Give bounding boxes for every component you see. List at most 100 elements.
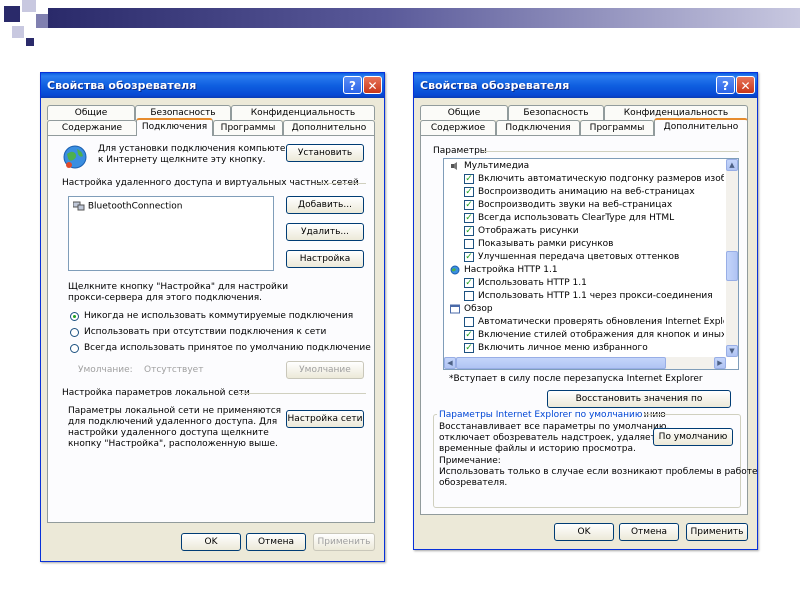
tab-content[interactable]: Содержиое: [420, 120, 496, 135]
tab-advanced[interactable]: Дополнительно: [654, 118, 748, 136]
internet-globe-icon: [63, 145, 87, 169]
radio-dial-no-network-label[interactable]: Использовать при отсутствии подключения …: [84, 327, 326, 337]
checkbox-checked[interactable]: ✓: [464, 226, 474, 236]
tree-option[interactable]: ✓ Воспроизводить анимацию на веб-страница…: [444, 186, 724, 199]
setup-text: Для установки подключения компьютера к И…: [98, 144, 297, 165]
radio-never-dial-label[interactable]: Никогда не использовать коммутируемые по…: [84, 311, 353, 321]
lan-settings-button[interactable]: Настройка сети: [286, 410, 364, 428]
checkbox-checked[interactable]: ✓: [464, 187, 474, 197]
remove-button[interactable]: Удалить...: [286, 223, 364, 241]
lan-text: Параметры локальной сети не применяются …: [68, 406, 282, 449]
tab-programs[interactable]: Программы: [213, 120, 283, 135]
tab-privacy[interactable]: Конфиденциальность: [231, 105, 375, 120]
checkbox-checked[interactable]: ✓: [464, 278, 474, 288]
reset-defaults-button[interactable]: По умолчанию: [653, 428, 733, 446]
header-square-4: [12, 26, 24, 38]
tab-security[interactable]: Безопасность: [508, 105, 604, 120]
tree-option[interactable]: ✓ Всегда использовать ClearType для HTML: [444, 212, 724, 225]
tree-category-label: Мультимедиа: [464, 161, 530, 171]
checkbox-unchecked[interactable]: [464, 291, 474, 301]
browse-icon: [450, 304, 460, 314]
advanced-panel: Параметры Мультимедиа ✓ Включить автоматич…: [420, 135, 758, 515]
tree-option[interactable]: Показывать рамки рисунков: [444, 238, 724, 251]
right-dialog-title: Свойства обозревателя: [420, 79, 570, 92]
tree-option-label[interactable]: Воспроизводить анимацию на веб-страницах: [478, 186, 695, 199]
add-button[interactable]: Добавить...: [286, 196, 364, 214]
radio-always-dial-label[interactable]: Всегда использовать принятое по умолчани…: [84, 343, 371, 353]
tree-option-label[interactable]: Автоматически проверять обновления Inter…: [478, 316, 724, 329]
proxy-text: Щелкните кнопку "Настройка" для настройк…: [68, 282, 289, 303]
scroll-down-button[interactable]: ▼: [726, 345, 738, 357]
checkbox-unchecked[interactable]: [464, 239, 474, 249]
checkbox-checked[interactable]: ✓: [464, 343, 474, 353]
tree-option-label[interactable]: Воспроизводить звуки на веб-страницах: [478, 199, 672, 212]
tree-option[interactable]: ✓ Включить личное меню избранного: [444, 342, 724, 355]
tree-option[interactable]: Использовать HTTP 1.1 через прокси-соеди…: [444, 290, 724, 303]
connection-item[interactable]: BluetoothConnection: [72, 201, 183, 212]
checkbox-checked[interactable]: ✓: [464, 330, 474, 340]
help-button[interactable]: ?: [343, 76, 362, 94]
tree-option-label[interactable]: Включение стилей отображения для кнопок …: [478, 329, 724, 342]
connections-list[interactable]: BluetoothConnection: [68, 196, 274, 271]
scroll-left-button[interactable]: ◀: [444, 357, 456, 369]
tab-programs[interactable]: Программы: [580, 120, 654, 135]
tree-option[interactable]: ✓ Включить автоматическую подгонку размер…: [444, 173, 724, 186]
tree-option-label[interactable]: Улучшенная передача цветовых оттенков: [478, 251, 679, 264]
header-square-1: [4, 6, 20, 22]
help-button[interactable]: ?: [716, 76, 735, 94]
tree-option[interactable]: Автоматически проверять обновления Inter…: [444, 316, 724, 329]
settings-button[interactable]: Настройка: [286, 250, 364, 268]
close-button[interactable]: ✕: [736, 76, 755, 94]
checkbox-checked[interactable]: ✓: [464, 213, 474, 223]
apply-button[interactable]: Применить: [313, 533, 375, 551]
tree-horizontal-scrollbar[interactable]: ◀ ▶: [444, 357, 726, 369]
tab-general[interactable]: Общие: [420, 105, 508, 120]
scroll-up-button[interactable]: ▲: [726, 159, 738, 171]
tree-option-label[interactable]: Показывать рамки рисунков: [478, 238, 613, 251]
checkbox-checked[interactable]: ✓: [464, 252, 474, 262]
apply-button[interactable]: Применить: [686, 523, 748, 541]
tree-option-label[interactable]: Использовать HTTP 1.1: [478, 277, 587, 290]
hscroll-thumb[interactable]: [456, 357, 666, 369]
ok-button[interactable]: OK: [554, 523, 614, 541]
ok-button[interactable]: OK: [181, 533, 241, 551]
scroll-thumb[interactable]: [726, 251, 738, 281]
connection-item-label: BluetoothConnection: [87, 201, 183, 212]
network-connection-icon: [72, 201, 85, 211]
left-titlebar: Свойства обозревателя ? ✕: [41, 73, 384, 98]
close-button[interactable]: ✕: [363, 76, 382, 94]
checkbox-checked[interactable]: ✓: [464, 200, 474, 210]
cancel-button[interactable]: Отмена: [246, 533, 306, 551]
restore-defaults-button[interactable]: Восстановить значения по умолчанию: [547, 390, 731, 420]
radio-never-dial[interactable]: [70, 312, 79, 321]
note-text: Использовать только в случае если возник…: [439, 467, 758, 488]
checkbox-checked[interactable]: ✓: [464, 174, 474, 184]
header-square-5: [26, 38, 34, 46]
tree-option-label[interactable]: Использовать HTTP 1.1 через прокси-соеди…: [478, 290, 713, 303]
tree-option[interactable]: ✓ Включение стилей отображения для кнопок…: [444, 329, 724, 342]
settings-tree[interactable]: Мультимедиа ✓ Включить автоматическую подг…: [443, 158, 739, 370]
tab-content[interactable]: Содержание: [47, 120, 137, 135]
radio-always-dial[interactable]: [70, 344, 79, 353]
tree-option-label[interactable]: Включить личное меню избранного: [478, 342, 648, 355]
tab-general[interactable]: Общие: [47, 105, 135, 120]
tree-option[interactable]: ✓ Улучшенная передача цветовых оттенков: [444, 251, 724, 264]
dialup-group-line: [316, 183, 366, 184]
tab-connections[interactable]: Подключения: [496, 120, 580, 135]
tab-connections[interactable]: Подключения: [136, 118, 213, 136]
radio-dial-no-network[interactable]: [70, 328, 79, 337]
tree-option[interactable]: ✓ Использовать HTTP 1.1: [444, 277, 724, 290]
params-label: Параметры: [433, 146, 487, 156]
checkbox-unchecked[interactable]: [464, 317, 474, 327]
tree-option-label[interactable]: Отображать рисунки: [478, 225, 579, 238]
setup-button[interactable]: Установить: [286, 144, 364, 162]
tree-option-label[interactable]: Включить автоматическую подгонку размеро…: [478, 173, 724, 186]
tree-vertical-scrollbar[interactable]: ▲ ▼: [726, 159, 738, 357]
scroll-right-button[interactable]: ▶: [714, 357, 726, 369]
tab-advanced[interactable]: Дополнительно: [283, 120, 375, 135]
tree-option[interactable]: ✓ Отображать рисунки: [444, 225, 724, 238]
set-default-button[interactable]: Умолчание: [286, 361, 364, 379]
tree-option-label[interactable]: Всегда использовать ClearType для HTML: [478, 212, 674, 225]
cancel-button[interactable]: Отмена: [619, 523, 679, 541]
tree-option[interactable]: ✓ Воспроизводить звуки на веб-страницах: [444, 199, 724, 212]
